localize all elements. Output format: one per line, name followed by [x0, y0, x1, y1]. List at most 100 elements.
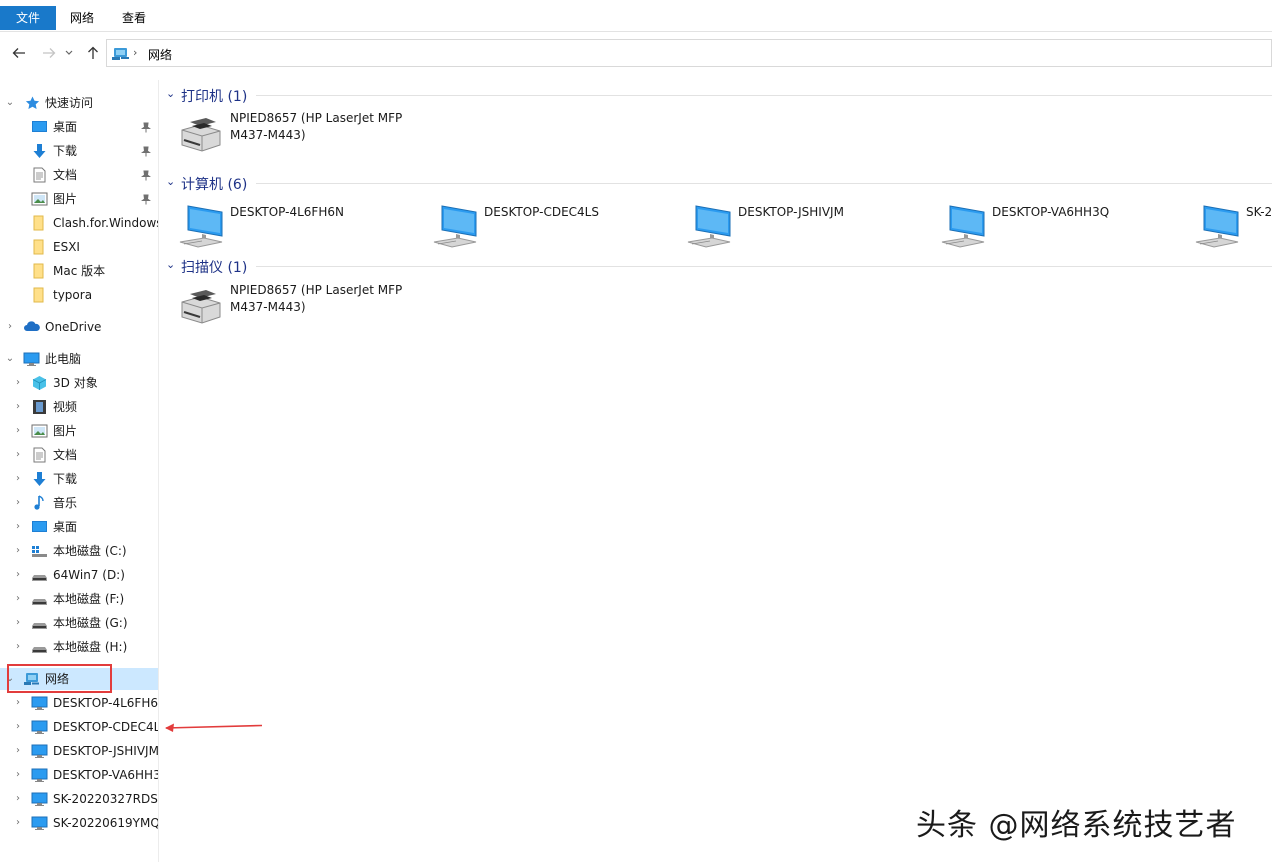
nav-label: 此电脑: [45, 352, 82, 366]
recent-locations-button[interactable]: [62, 40, 76, 66]
nav-item-folder[interactable]: ESXI: [0, 236, 158, 258]
nav-label: 视频: [53, 400, 78, 414]
drive-icon: [32, 575, 47, 581]
chevron-right-icon[interactable]: ›: [12, 764, 24, 786]
nav-item-folder[interactable]: Clash.for.Windows: [0, 212, 158, 234]
nav-item-desktop[interactable]: 桌面: [0, 116, 158, 138]
document-icon: [33, 447, 46, 463]
nav-item-videos[interactable]: › 视频: [0, 396, 158, 418]
group-header-computers[interactable]: ⌄ 计算机 (6): [160, 172, 1272, 194]
nav-item-downloads[interactable]: 下载: [0, 140, 158, 162]
nav-item-pictures[interactable]: › 图片: [0, 420, 158, 442]
chevron-right-icon[interactable]: ›: [12, 396, 24, 418]
nav-item-downloads[interactable]: › 下载: [0, 468, 158, 490]
computer-icon: [31, 768, 48, 782]
computer-item[interactable]: DESKTOP-CDEC4LS: [432, 204, 672, 258]
pane-divider[interactable]: [158, 80, 159, 862]
computer-item[interactable]: DESKTOP-VA6HH3Q: [940, 204, 1180, 258]
chevron-right-icon[interactable]: ›: [12, 468, 24, 490]
item-label: DESKTOP-VA6HH3Q: [992, 204, 1109, 221]
computer-icon: [31, 816, 48, 830]
nav-label: 本地磁盘 (H:): [53, 640, 128, 654]
pin-icon[interactable]: [141, 194, 151, 205]
chevron-right-icon[interactable]: ›: [12, 372, 24, 394]
back-button[interactable]: [8, 40, 30, 66]
nav-item-pictures[interactable]: 图片: [0, 188, 158, 210]
item-label-line: DESKTOP-JSHIVJM: [738, 205, 844, 219]
chevron-right-icon[interactable]: ›: [12, 692, 24, 714]
nav-item-drive-d[interactable]: › 64Win7 (D:): [0, 564, 158, 586]
computer-item[interactable]: DESKTOP-4L6FH6N: [178, 204, 418, 258]
chevron-right-icon[interactable]: ›: [12, 420, 24, 442]
breadcrumb-network[interactable]: 网络: [148, 46, 172, 63]
chevron-right-icon[interactable]: ›: [12, 612, 24, 634]
chevron-right-icon[interactable]: ›: [12, 812, 24, 834]
computer-icon: [31, 792, 48, 806]
computer-item[interactable]: SK-2: [1194, 204, 1272, 258]
group-header-printers[interactable]: ⌄ 打印机 (1): [160, 84, 1272, 106]
nav-network-computer[interactable]: › DESKTOP-VA6HH3: [0, 764, 158, 786]
chevron-down-icon[interactable]: ⌄: [166, 258, 175, 271]
nav-item-documents[interactable]: › 文档: [0, 444, 158, 466]
chevron-right-icon[interactable]: ›: [12, 788, 24, 810]
nav-quick-access[interactable]: ⌄ 快速访问: [0, 92, 158, 114]
nav-network-computer[interactable]: › DESKTOP-JSHIVJM: [0, 740, 158, 762]
content-pane: ⌄ 打印机 (1) NPIED8657 (HP LaserJet MFP M43…: [160, 80, 1272, 862]
pin-icon[interactable]: [141, 146, 151, 157]
picture-icon: [31, 424, 48, 438]
drive-icon: [32, 623, 47, 629]
item-label-line: SK-2: [1246, 205, 1272, 219]
chevron-down-icon[interactable]: ⌄: [166, 87, 175, 100]
tab-file[interactable]: 文件: [0, 6, 56, 30]
nav-onedrive[interactable]: › OneDrive: [0, 316, 158, 338]
printer-item[interactable]: NPIED8657 (HP LaserJet MFP M437-M443): [178, 110, 418, 164]
tab-network[interactable]: 网络: [60, 6, 104, 30]
nav-item-documents[interactable]: 文档: [0, 164, 158, 186]
tab-view[interactable]: 查看: [112, 6, 156, 30]
nav-item-folder[interactable]: typora: [0, 284, 158, 306]
item-label: DESKTOP-CDEC4LS: [484, 204, 599, 221]
chevron-right-icon[interactable]: ›: [12, 716, 24, 738]
scanner-item[interactable]: NPIED8657 (HP LaserJet MFP M437-M443): [178, 282, 418, 336]
chevron-right-icon[interactable]: ›: [12, 564, 24, 586]
chevron-right-icon[interactable]: ›: [12, 588, 24, 610]
chevron-expanded-icon[interactable]: ⌄: [4, 348, 16, 370]
pin-icon[interactable]: [141, 170, 151, 181]
nav-item-desktop[interactable]: › 桌面: [0, 516, 158, 538]
nav-label: 本地磁盘 (G:): [53, 616, 128, 630]
nav-item-3d-objects[interactable]: › 3D 对象: [0, 372, 158, 394]
chevron-right-icon[interactable]: ›: [12, 516, 24, 538]
nav-item-folder[interactable]: Mac 版本: [0, 260, 158, 282]
chevron-right-icon[interactable]: ›: [4, 316, 16, 338]
nav-label: 文档: [53, 168, 78, 182]
chevron-right-icon[interactable]: ›: [12, 740, 24, 762]
chevron-right-icon[interactable]: ›: [12, 636, 24, 658]
pin-icon[interactable]: [141, 122, 151, 133]
nav-network-computer[interactable]: › SK-20220619YMQ: [0, 812, 158, 834]
nav-network-computer[interactable]: › DESKTOP-CDEC4L: [0, 716, 158, 738]
system-drive-icon: [32, 546, 47, 557]
chevron-right-icon[interactable]: ›: [12, 492, 24, 514]
group-divider: [256, 183, 1272, 184]
nav-item-drive-h[interactable]: › 本地磁盘 (H:): [0, 636, 158, 658]
item-label: NPIED8657 (HP LaserJet MFP M437-M443): [230, 110, 402, 144]
nav-item-drive-f[interactable]: › 本地磁盘 (F:): [0, 588, 158, 610]
nav-item-drive-g[interactable]: › 本地磁盘 (G:): [0, 612, 158, 634]
group-header-scanners[interactable]: ⌄ 扫描仪 (1): [160, 255, 1272, 277]
nav-network-computer[interactable]: › DESKTOP-4L6FH6: [0, 692, 158, 714]
computer-item[interactable]: DESKTOP-JSHIVJM: [686, 204, 926, 258]
star-icon: [25, 96, 40, 109]
nav-this-pc[interactable]: ⌄ 此电脑: [0, 348, 158, 370]
chevron-down-icon[interactable]: ⌄: [166, 175, 175, 188]
item-label: DESKTOP-JSHIVJM: [738, 204, 844, 221]
chevron-expanded-icon[interactable]: ⌄: [4, 92, 16, 114]
nav-item-drive-c[interactable]: › 本地磁盘 (C:): [0, 540, 158, 562]
video-icon: [33, 400, 46, 414]
forward-button[interactable]: [38, 40, 60, 66]
chevron-right-icon[interactable]: ›: [12, 444, 24, 466]
nav-item-music[interactable]: › 音乐: [0, 492, 158, 514]
nav-network-computer[interactable]: › SK-20220327RDS: [0, 788, 158, 810]
up-button[interactable]: [82, 40, 104, 66]
chevron-right-icon[interactable]: ›: [12, 540, 24, 562]
address-bar[interactable]: › 网络: [106, 39, 1272, 67]
